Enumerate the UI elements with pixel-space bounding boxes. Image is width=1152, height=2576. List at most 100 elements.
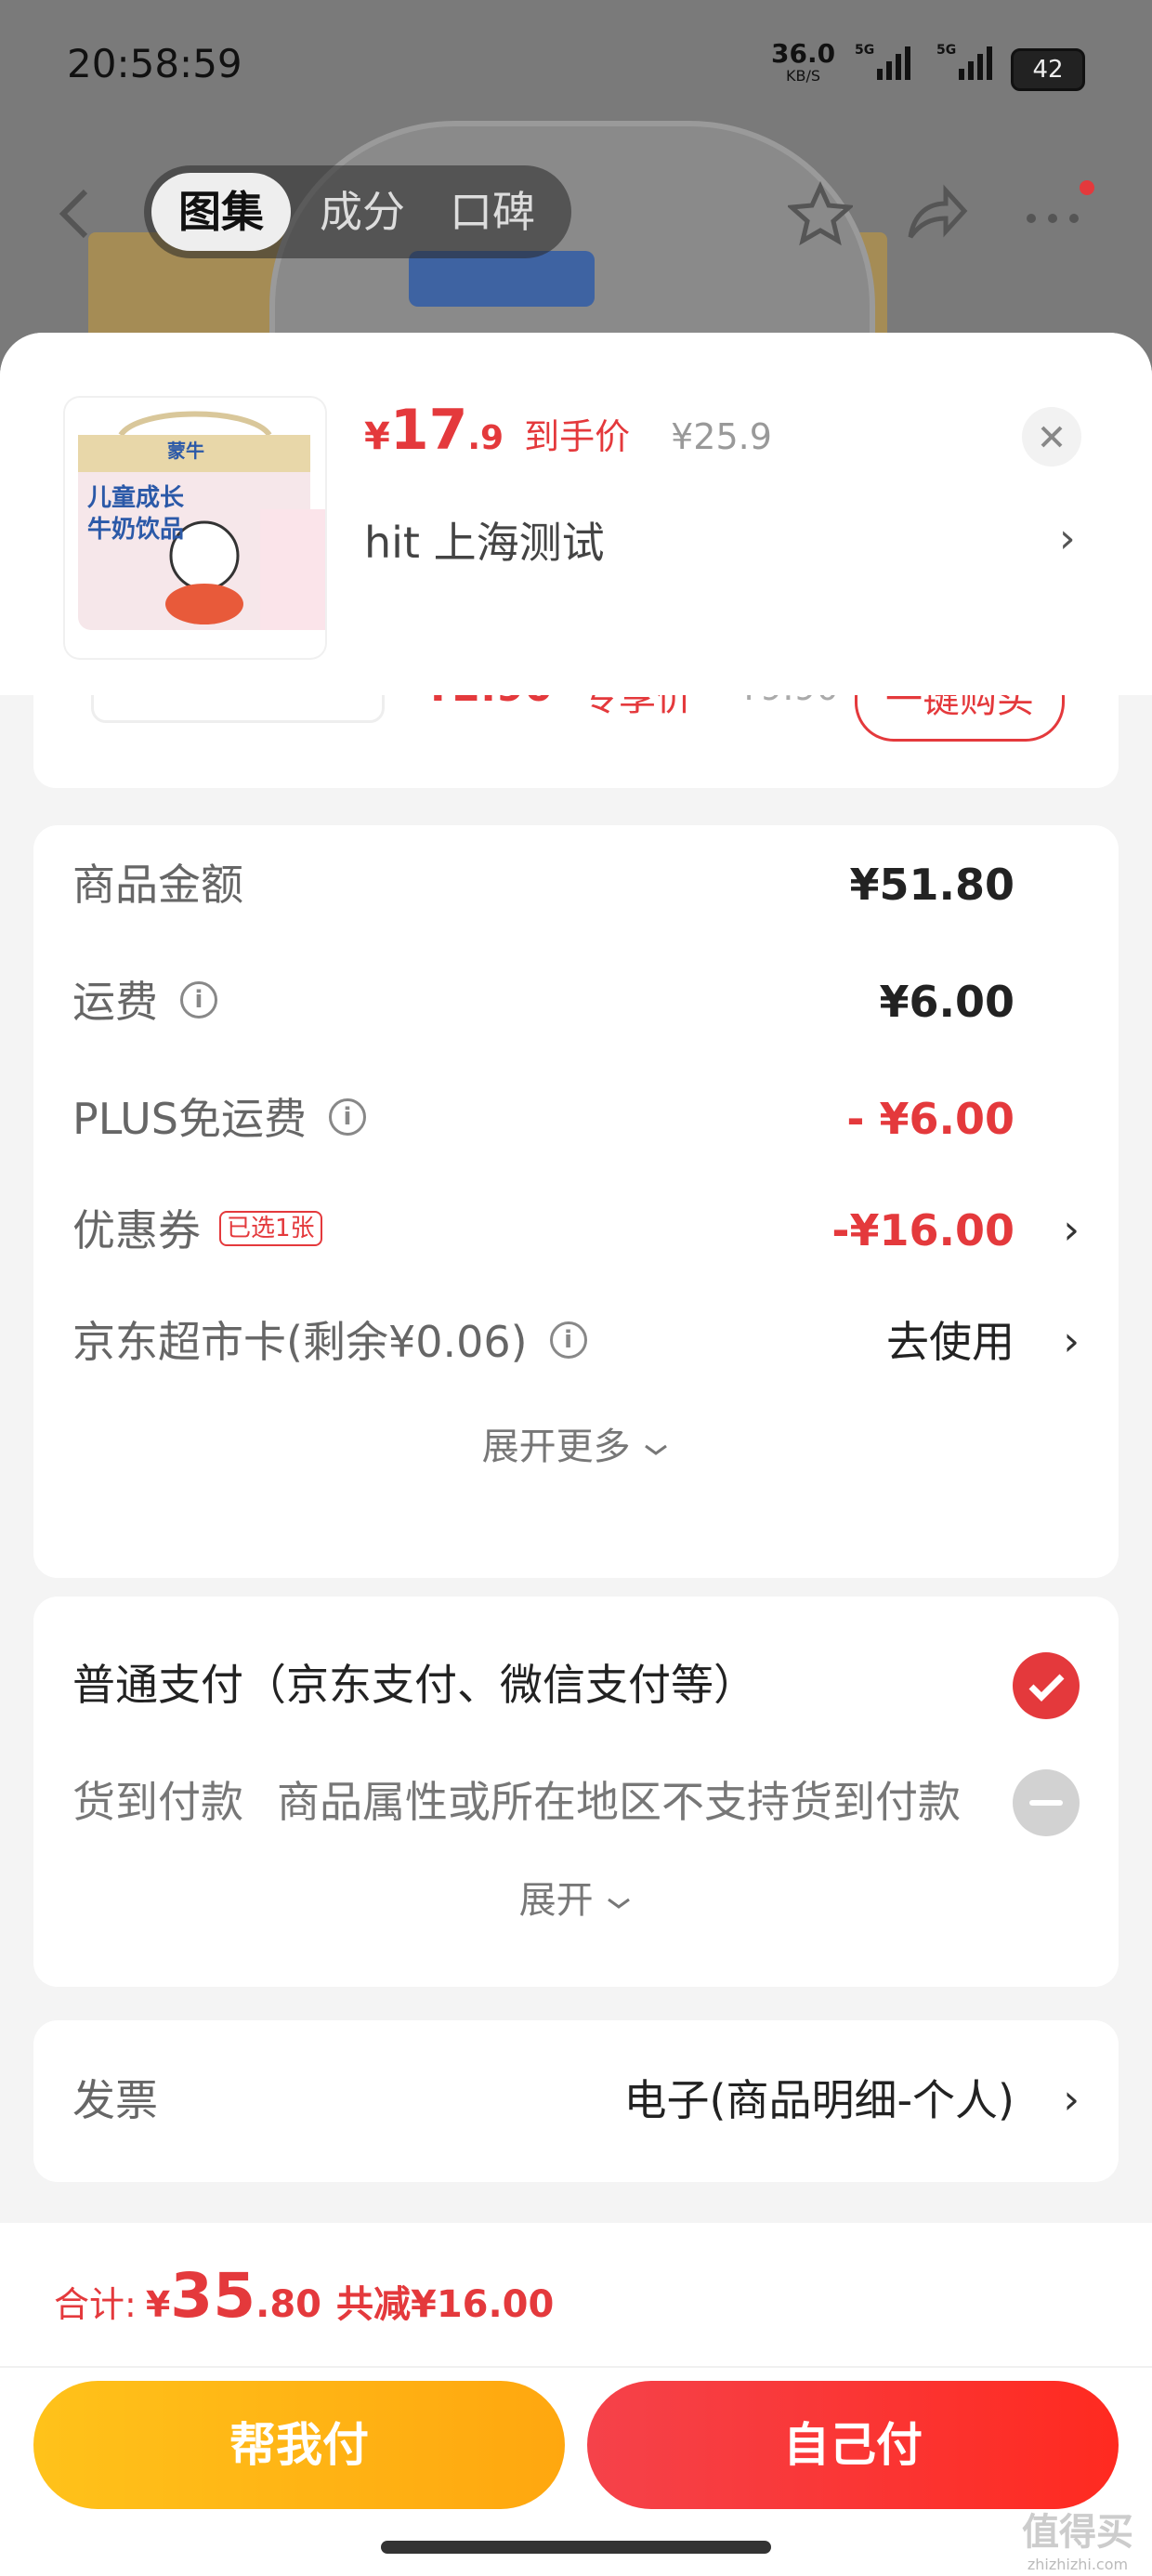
help-pay-button[interactable]: 帮我付 bbox=[33, 2381, 565, 2509]
invoice-card[interactable]: 发票 电子(商品明细-个人) › bbox=[33, 2020, 1119, 2182]
coupon-badge: 已选1张 bbox=[219, 1210, 322, 1246]
signal-icon: 5G bbox=[855, 43, 910, 80]
addon-price: ¥2.90 bbox=[424, 695, 553, 711]
product-image: 儿童成长 牛奶饮品 蒙牛 bbox=[78, 411, 325, 630]
signal-icon: 5G bbox=[936, 43, 992, 80]
invoice-label: 发票 bbox=[72, 2075, 158, 2125]
share-icon[interactable] bbox=[903, 181, 968, 246]
normal-payment-option[interactable]: 普通支付（京东支付、微信支付等） bbox=[72, 1643, 1080, 1727]
expand-payment-button[interactable]: 展开 bbox=[33, 1868, 1119, 1933]
plus-free-shipping-row: PLUS免运费 i - ¥6.00 bbox=[72, 1082, 1080, 1156]
one-click-buy-button[interactable]: 一键购买 bbox=[855, 695, 1065, 742]
store-name[interactable]: hit 上海测试 bbox=[364, 509, 605, 571]
chevron-right-icon[interactable]: › bbox=[1063, 1305, 1080, 1379]
more-icon[interactable] bbox=[1020, 181, 1085, 246]
plus-label-wrap: PLUS免运费 i bbox=[72, 1082, 366, 1156]
total-reduced: 共减¥16.00 bbox=[335, 2283, 555, 2326]
info-icon[interactable]: i bbox=[180, 980, 217, 1019]
tab-reviews[interactable]: 口碑 bbox=[432, 165, 553, 258]
status-time: 20:58:59 bbox=[67, 41, 242, 86]
supermarket-card-label: 京东超市卡(剩余¥0.06) bbox=[72, 1317, 528, 1367]
total-label: 合计: bbox=[54, 2284, 137, 2325]
total-decimal: .80 bbox=[255, 2283, 321, 2326]
battery-icon: 42 bbox=[1011, 48, 1085, 91]
top-nav: 图集 成分 口碑 bbox=[0, 149, 1152, 269]
tab-ingredients[interactable]: 成分 bbox=[302, 165, 423, 258]
close-button[interactable] bbox=[1022, 407, 1081, 467]
status-bar: 20:58:59 36.0 KB/S 5G 5G 42 bbox=[0, 0, 1152, 130]
plus-label: PLUS免运费 bbox=[72, 1094, 307, 1144]
normal-payment-label: 普通支付（京东支付、微信支付等） bbox=[72, 1660, 756, 1710]
svg-text:5G: 5G bbox=[855, 43, 874, 58]
star-icon[interactable] bbox=[788, 181, 853, 246]
shipping-value: ¥6.00 bbox=[879, 977, 1015, 1027]
goods-amount-label: 商品金额 bbox=[72, 860, 243, 910]
price-summary-card: 商品金额 ¥51.80 运费 i ¥6.00 PLUS免运费 i - ¥6.00 优… bbox=[33, 825, 1119, 1578]
addon-peek-card: ¥2.90 专享价 ¥9.90 一键购买 bbox=[33, 695, 1119, 788]
product-image-text: 儿童成长 bbox=[87, 483, 185, 512]
expand-more-label: 展开更多 bbox=[481, 1426, 631, 1468]
back-icon[interactable] bbox=[56, 186, 93, 242]
goods-amount-row: 商品金额 ¥51.80 bbox=[72, 848, 1080, 922]
product-header: 儿童成长 牛奶饮品 蒙牛 ¥ 17 .9 到手价 ¥25.9 hit 上海测试 … bbox=[0, 333, 1152, 695]
chevron-right-icon[interactable]: › bbox=[1063, 2063, 1080, 2137]
original-price: ¥25.9 bbox=[671, 416, 772, 457]
info-icon[interactable]: i bbox=[328, 1097, 366, 1136]
coupon-label-wrap: 优惠券 已选1张 bbox=[72, 1193, 322, 1268]
shipping-row: 运费 i ¥6.00 bbox=[72, 965, 1080, 1039]
watermark-logo: 值得买 bbox=[1022, 2511, 1133, 2554]
invoice-row[interactable]: 发票 电子(商品明细-个人) › bbox=[72, 2063, 1080, 2137]
chevron-right-icon[interactable]: › bbox=[1063, 1193, 1080, 1268]
supermarket-card-row[interactable]: 京东超市卡(剩余¥0.06) i 去使用 › bbox=[72, 1305, 1080, 1379]
expand-more-button[interactable]: 展开更多 bbox=[33, 1414, 1119, 1479]
price-symbol: ¥ bbox=[364, 415, 390, 458]
plus-value: - ¥6.00 bbox=[846, 1094, 1015, 1144]
card-label-wrap: 京东超市卡(剩余¥0.06) i bbox=[72, 1305, 587, 1379]
watermark: 值得买 zhizhizhi.com bbox=[1013, 2502, 1143, 2573]
svg-text:5G: 5G bbox=[936, 43, 956, 58]
info-icon[interactable]: i bbox=[549, 1321, 587, 1359]
price-tag: 到手价 bbox=[524, 416, 631, 457]
product-price: ¥ 17 .9 到手价 ¥25.9 bbox=[364, 398, 772, 472]
invoice-value: 电子(商品明细-个人) bbox=[623, 2075, 1015, 2125]
close-icon bbox=[1041, 426, 1063, 448]
background-page: 20:58:59 36.0 KB/S 5G 5G 42 图集 成分 口碑 bbox=[0, 0, 1152, 390]
disabled-icon bbox=[1013, 1769, 1080, 1836]
notification-dot bbox=[1080, 180, 1094, 195]
watermark-url: zhizhizhi.com bbox=[1027, 2556, 1129, 2573]
coupon-label: 优惠券 bbox=[72, 1205, 201, 1255]
home-indicator[interactable] bbox=[381, 2541, 771, 2554]
checkout-bar: 合计: ¥ 35 .80 共减¥16.00 帮我付 自己付 值得买 zhizhi… bbox=[0, 2223, 1152, 2576]
network-speed: 36.0 KB/S bbox=[771, 38, 836, 85]
supermarket-card-action[interactable]: 去使用 bbox=[886, 1305, 1015, 1379]
divider bbox=[0, 2366, 1152, 2368]
cod-payment-option: 货到付款 商品属性或所在地区不支持货到付款 bbox=[72, 1760, 1080, 1844]
media-tabs: 图集 成分 口碑 bbox=[144, 165, 571, 258]
coupon-value: -¥16.00 bbox=[831, 1205, 1015, 1255]
price-integer: 17 bbox=[389, 398, 468, 463]
price-decimal: .9 bbox=[467, 419, 504, 457]
order-total: 合计: ¥ 35 .80 共减¥16.00 bbox=[54, 2260, 554, 2344]
shipping-label: 运费 bbox=[72, 977, 158, 1027]
total-symbol: ¥ bbox=[145, 2284, 171, 2325]
expand-payment-label: 展开 bbox=[518, 1879, 594, 1922]
product-thumbnail[interactable]: 儿童成长 牛奶饮品 蒙牛 bbox=[65, 398, 325, 658]
addon-original-price: ¥9.90 bbox=[738, 695, 839, 708]
chevron-down-icon bbox=[608, 1898, 631, 1909]
addon-thumbnail bbox=[91, 695, 385, 723]
total-integer: 35 bbox=[170, 2260, 256, 2332]
check-icon[interactable] bbox=[1013, 1652, 1080, 1719]
chevron-down-icon bbox=[645, 1444, 668, 1455]
cod-note: 商品属性或所在地区不支持货到付款 bbox=[277, 1777, 961, 1827]
addon-price-tag: 专享价 bbox=[582, 695, 693, 719]
shipping-label-wrap: 运费 i bbox=[72, 965, 217, 1039]
cod-label: 货到付款 bbox=[72, 1777, 243, 1827]
goods-amount-value: ¥51.80 bbox=[849, 860, 1015, 910]
coupon-row[interactable]: 优惠券 已选1张 -¥16.00 › bbox=[72, 1193, 1080, 1268]
product-image-text: 牛奶饮品 bbox=[87, 515, 184, 544]
brand-text: 蒙牛 bbox=[167, 440, 204, 462]
self-pay-button[interactable]: 自己付 bbox=[587, 2381, 1119, 2509]
payment-method-card: 普通支付（京东支付、微信支付等） 货到付款 商品属性或所在地区不支持货到付款 展开 bbox=[33, 1597, 1119, 1987]
chevron-right-icon[interactable]: › bbox=[1059, 515, 1076, 562]
tab-gallery[interactable]: 图集 bbox=[151, 173, 291, 251]
